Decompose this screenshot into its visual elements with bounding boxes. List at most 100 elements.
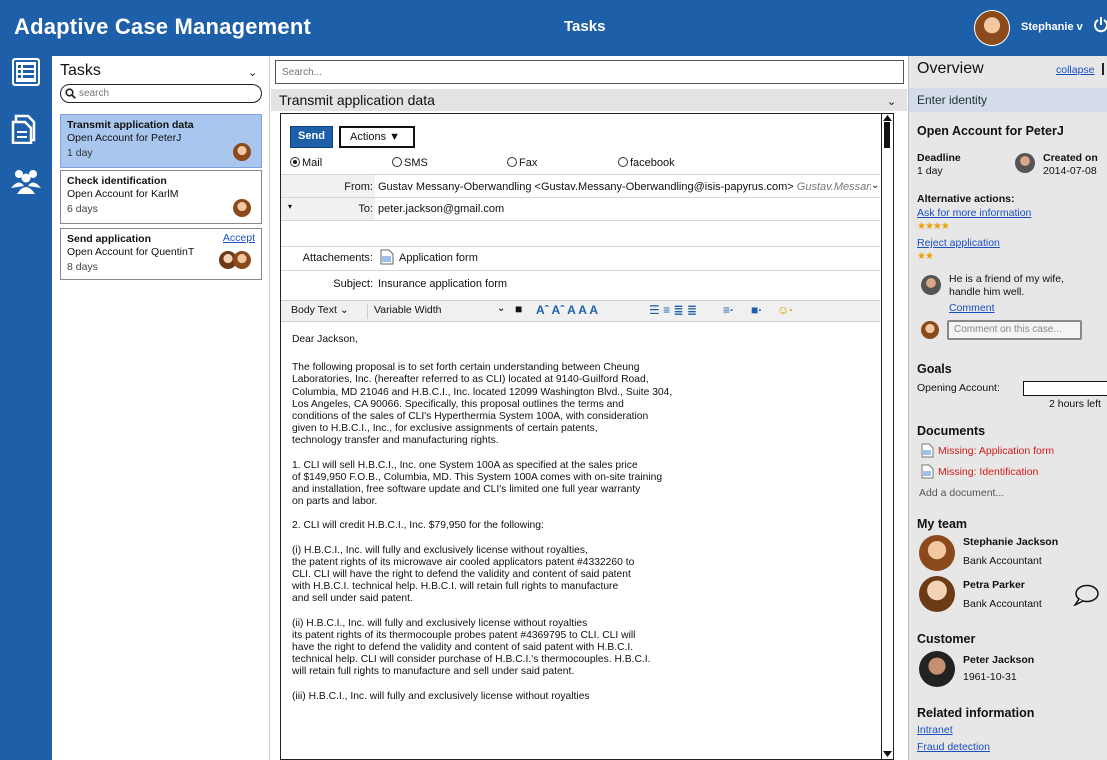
task-item[interactable]: Send application Accept Open Account for…: [60, 228, 262, 280]
team-heading: My team: [917, 517, 968, 531]
channel-radio-sms[interactable]: SMS: [392, 157, 428, 169]
case-title: Open Account for PeterJ: [917, 124, 1064, 138]
main-search[interactable]: [275, 60, 904, 84]
scroll-down-icon[interactable]: [883, 751, 892, 758]
main-search-input[interactable]: [276, 61, 903, 83]
icon-rail: [0, 56, 52, 760]
team-icon[interactable]: [10, 164, 42, 196]
actions-label: Actions: [350, 131, 387, 143]
actions-dropdown[interactable]: Actions ▼: [339, 126, 415, 148]
goal-time-left: 2 hours left: [1049, 398, 1101, 410]
task-age: 6 days: [67, 203, 98, 215]
body-paragraph: 1. CLI will sell H.B.C.I., Inc. one Syst…: [292, 459, 663, 508]
task-list-icon[interactable]: [10, 56, 42, 88]
comment-link[interactable]: Comment: [949, 302, 995, 314]
collapse-link[interactable]: collapse: [1056, 64, 1095, 76]
divider: [281, 246, 880, 247]
to-label: To:: [358, 203, 373, 215]
channel-radio-fax[interactable]: Fax: [507, 157, 537, 169]
scrollbar[interactable]: [881, 114, 893, 759]
tasks-panel: Tasks ⌄ Transmit application data Open A…: [52, 56, 270, 760]
power-icon[interactable]: [1093, 16, 1107, 34]
user-avatar[interactable]: [974, 10, 1010, 46]
attachment-link[interactable]: Application form: [399, 252, 478, 264]
ask-info-link[interactable]: Ask for more information: [917, 207, 1031, 219]
page-title: Tasks: [564, 18, 606, 35]
scroll-thumb[interactable]: [884, 122, 890, 148]
current-step-bar[interactable]: Enter identity: [909, 88, 1107, 112]
style-select[interactable]: Body Text ⌄: [285, 304, 359, 319]
avatar: [919, 535, 955, 571]
body-paragraph: Dear Jackson,: [292, 334, 358, 345]
chat-icon[interactable]: [1073, 584, 1099, 606]
documents-icon[interactable]: [10, 112, 42, 144]
rating-stars: ★★★★: [917, 221, 950, 232]
missing-document-link[interactable]: Missing: Application form: [938, 445, 1054, 457]
chevron-down-icon[interactable]: ⌄: [497, 303, 505, 314]
font-select[interactable]: Variable Width: [367, 304, 505, 319]
formatting-toolbar: Body Text ⌄ Variable Width ⌄ ■ Aˆ Aˆ A A…: [281, 300, 880, 322]
customer-heading: Customer: [917, 632, 976, 646]
task-item[interactable]: Check identification Open Account for Ka…: [60, 170, 262, 224]
created-value: 2014-07-08: [1043, 165, 1097, 177]
subject-field[interactable]: Insurance application form: [378, 278, 507, 290]
section-header[interactable]: Transmit application data ⌄: [271, 89, 907, 111]
documents-heading: Documents: [917, 424, 986, 438]
team-member-name: Petra Parker: [963, 579, 1025, 591]
task-item[interactable]: Transmit application data Open Account f…: [60, 114, 262, 168]
document-icon: [921, 443, 934, 458]
avatar: [233, 199, 251, 217]
radio-dot: [507, 157, 517, 167]
goals-heading: Goals: [917, 362, 952, 376]
chevron-down-icon[interactable]: ⌄: [248, 66, 257, 79]
channel-radio-facebook[interactable]: facebook: [618, 157, 675, 169]
intranet-link[interactable]: Intranet: [917, 724, 953, 736]
tasks-search[interactable]: [60, 84, 262, 103]
font-format-buttons[interactable]: Aˆ Aˆ A A A: [536, 303, 598, 317]
user-menu[interactable]: Stephanie v: [1021, 21, 1083, 33]
channel-radio-mail[interactable]: Mail: [290, 157, 322, 169]
deadline-value: 1 day: [917, 165, 943, 177]
scroll-up-icon[interactable]: [883, 114, 892, 121]
table-button[interactable]: ■·: [751, 303, 762, 317]
message-body[interactable]: Dear Jackson, The following proposal is …: [292, 334, 868, 715]
caret-down-icon: ▼: [389, 131, 401, 143]
search-icon: [65, 88, 76, 99]
accept-link[interactable]: Accept: [223, 232, 255, 244]
add-document-link[interactable]: Add a document...: [919, 487, 1004, 499]
from-field[interactable]: Gustav Messany-Oberwandling <Gustav.Mess…: [378, 181, 871, 193]
chevron-down-icon[interactable]: ⌄: [887, 95, 896, 108]
divider: [281, 270, 880, 271]
task-age: 1 day: [67, 147, 93, 159]
task-subtitle: Open Account for PeterJ: [67, 132, 182, 144]
rating-stars: ★★: [917, 251, 934, 262]
team-member-role: Bank Accountant: [963, 598, 1042, 610]
avatar: [233, 251, 251, 269]
team-member-role: Bank Accountant: [963, 555, 1042, 567]
tasks-title: Tasks: [60, 62, 101, 79]
body-paragraph: (i) H.B.C.I., Inc. will fully and exclus…: [292, 544, 635, 605]
from-label: From:: [344, 181, 373, 193]
align-button[interactable]: ≡·: [723, 303, 734, 317]
avatar: [233, 143, 251, 161]
list-buttons[interactable]: ☰ ≡ ≣ ≣: [649, 303, 697, 317]
task-title: Check identification: [67, 175, 167, 187]
chevron-down-icon[interactable]: ⌄: [871, 180, 879, 191]
from-value: Gustav Messany-Oberwandling <Gustav.Mess…: [378, 181, 794, 193]
comment-input[interactable]: Comment on this case...: [947, 320, 1082, 340]
to-field[interactable]: peter.jackson@gmail.com: [378, 203, 504, 215]
tasks-search-input[interactable]: [77, 87, 257, 100]
send-button[interactable]: Send: [290, 126, 333, 148]
missing-document-link[interactable]: Missing: Identification: [938, 466, 1038, 478]
text-color-icon[interactable]: ■: [515, 302, 522, 316]
avatar: [1015, 153, 1035, 173]
reject-link[interactable]: Reject application: [917, 237, 1000, 249]
deadline-label: Deadline: [917, 152, 961, 164]
avatar: [921, 321, 939, 339]
from-secondary: Gustav.Messany-...: [796, 181, 871, 193]
avatar: [919, 576, 955, 612]
emoji-button[interactable]: ☺·: [777, 303, 793, 317]
fraud-detection-link[interactable]: Fraud detection: [917, 741, 990, 753]
document-icon: [921, 464, 934, 479]
radio-dot: [618, 157, 628, 167]
